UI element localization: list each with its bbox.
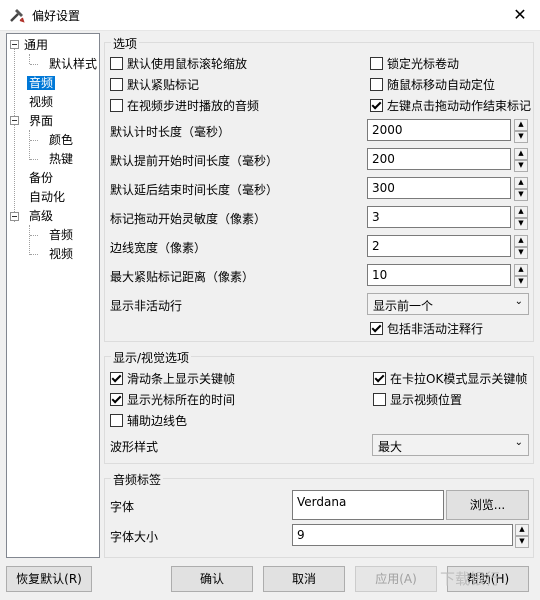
checkbox-keyframes-slider[interactable]: 滑动条上显示关键帧: [110, 371, 235, 387]
tree-item-general[interactable]: 通用: [24, 36, 48, 54]
waveform-style-label: 波形样式: [110, 440, 159, 454]
chevron-down-icon: ⌄: [514, 437, 523, 448]
spinner-line-width[interactable]: ▲ ▼: [514, 235, 528, 259]
field-label-drag-sensitivity: 标记拖动开始灵敏度（像素）: [110, 212, 267, 226]
checkbox-play-audio-step[interactable]: 在视频步进时播放的音频: [110, 98, 259, 114]
tree-item-audio[interactable]: 音频: [27, 74, 56, 92]
expand-toggle-interface[interactable]: [10, 116, 19, 125]
spinner-default-duration[interactable]: ▲ ▼: [514, 119, 528, 143]
ok-button[interactable]: 确认: [171, 566, 253, 592]
spinner-lead-out[interactable]: ▲ ▼: [514, 177, 528, 201]
cancel-button[interactable]: 取消: [263, 566, 345, 592]
checkbox-box[interactable]: [370, 57, 383, 70]
restore-defaults-button[interactable]: 恢复默认(R): [6, 566, 92, 592]
tree-item-advanced-video[interactable]: 视频: [49, 245, 73, 263]
checkbox-video-position[interactable]: 显示视频位置: [373, 392, 462, 408]
inactive-lines-label: 显示非活动行: [110, 299, 183, 313]
audio-labels-group-title: 音频标签: [111, 471, 164, 488]
checkbox-box[interactable]: [110, 78, 123, 91]
lead-in-input[interactable]: 200: [367, 148, 511, 170]
line-width-input[interactable]: 2: [367, 235, 511, 257]
checkbox-box[interactable]: [373, 372, 386, 385]
checkbox-box[interactable]: [370, 99, 383, 112]
spinner-lead-in[interactable]: ▲ ▼: [514, 148, 528, 172]
checkbox-secondary-line-color[interactable]: 辅助边线色: [110, 413, 187, 429]
checkbox-box[interactable]: [370, 78, 383, 91]
font-size-input[interactable]: 9: [292, 524, 513, 546]
inactive-lines-select[interactable]: 显示前一个 ⌄: [367, 293, 529, 315]
tree-item-automation[interactable]: 自动化: [29, 188, 65, 206]
close-button[interactable]: ✕: [500, 0, 540, 30]
checkbox-box[interactable]: [110, 393, 123, 406]
spinner-snap-distance[interactable]: ▲ ▼: [514, 264, 528, 288]
font-size-label: 字体大小: [110, 530, 159, 544]
expand-toggle-general[interactable]: [10, 40, 19, 49]
waveform-style-select[interactable]: 最大 ⌄: [372, 434, 529, 456]
display-group-title: 显示/视觉选项: [111, 349, 192, 366]
checkbox-lock-cursor-scroll[interactable]: 锁定光标卷动: [370, 56, 459, 72]
checkbox-left-click-drag-end[interactable]: 左键点击拖动动作结束标记: [370, 98, 531, 114]
window-title: 偏好设置: [32, 9, 81, 23]
checkbox-box[interactable]: [110, 99, 123, 112]
chevron-down-icon: ⌄: [514, 296, 523, 307]
checkbox-box[interactable]: [373, 393, 386, 406]
tree-item-interface[interactable]: 界面: [29, 112, 53, 130]
default-duration-input[interactable]: 2000: [367, 119, 511, 141]
field-label-lead-out: 默认延后结束时间长度（毫秒）: [110, 183, 279, 197]
tools-icon: [10, 9, 25, 23]
spinner-font-size[interactable]: ▲ ▼: [515, 524, 529, 548]
field-label-snap-distance: 最大紧贴标记距离（像素）: [110, 270, 255, 284]
checkbox-wheel-zoom[interactable]: 默认使用鼠标滚轮缩放: [110, 56, 247, 72]
field-label-lead-in: 默认提前开始时间长度（毫秒）: [110, 154, 279, 168]
tree-item-colors[interactable]: 颜色: [49, 131, 73, 149]
spinner-drag-sensitivity[interactable]: ▲ ▼: [514, 206, 528, 230]
checkbox-include-inactive-comments[interactable]: 包括非活动注释行: [370, 321, 483, 337]
checkbox-box[interactable]: [110, 372, 123, 385]
font-input[interactable]: Verdana: [292, 490, 444, 520]
tree-item-backup[interactable]: 备份: [29, 169, 53, 187]
options-group-title: 选项: [111, 35, 140, 52]
checkbox-box[interactable]: [110, 414, 123, 427]
tree-item-video[interactable]: 视频: [29, 93, 53, 111]
checkbox-box[interactable]: [110, 57, 123, 70]
field-label-line-width: 边线宽度（像素）: [110, 241, 207, 255]
checkbox-auto-scroll-mouse[interactable]: 随鼠标移动自动定位: [370, 77, 495, 93]
watermark-text: 下载银行: [440, 570, 501, 588]
tree-item-hotkeys[interactable]: 热键: [49, 150, 73, 168]
drag-sensitivity-input[interactable]: 3: [367, 206, 511, 228]
field-label-default-duration: 默认计时长度（毫秒）: [110, 125, 231, 139]
snap-distance-input[interactable]: 10: [367, 264, 511, 286]
checkbox-snap-markers[interactable]: 默认紧贴标记: [110, 77, 199, 93]
apply-button[interactable]: 应用(A): [355, 566, 437, 592]
tree-item-advanced-audio[interactable]: 音频: [49, 226, 73, 244]
tree-item-advanced[interactable]: 高级: [29, 207, 53, 225]
font-label: 字体: [110, 500, 135, 514]
title-bar: 偏好设置 ✕: [0, 0, 540, 31]
category-tree[interactable]: 通用 默认样式 音频 视频 界面 颜色 热键 备份 自动化 高级 音频 视频: [6, 33, 100, 558]
checkbox-karaoke-keyframes[interactable]: 在卡拉OK模式显示关键帧: [373, 371, 527, 387]
expand-toggle-advanced[interactable]: [10, 212, 19, 221]
tree-item-default-style[interactable]: 默认样式: [49, 55, 97, 73]
browse-button[interactable]: 浏览...: [446, 490, 529, 520]
checkbox-box[interactable]: [370, 322, 383, 335]
checkbox-cursor-time[interactable]: 显示光标所在的时间: [110, 392, 235, 408]
lead-out-input[interactable]: 300: [367, 177, 511, 199]
